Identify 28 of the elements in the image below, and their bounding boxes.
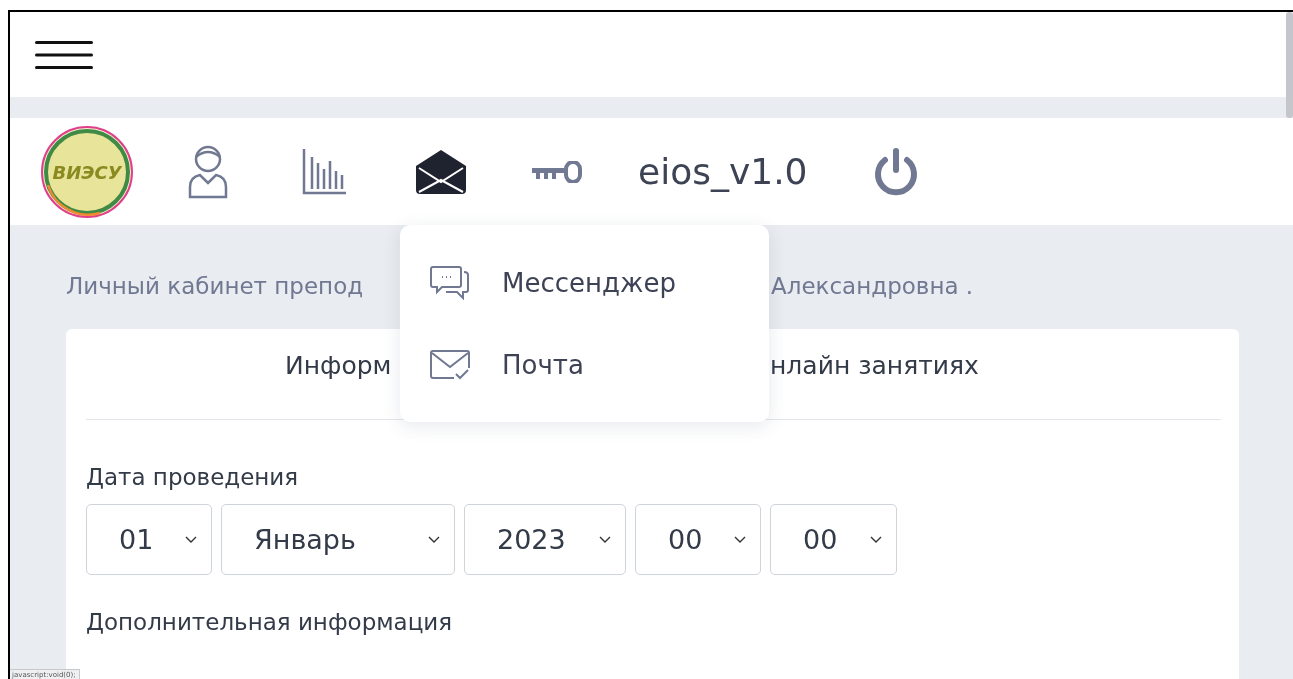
- key-icon[interactable]: [532, 160, 582, 183]
- brand-name[interactable]: eios_v1.0: [638, 151, 808, 192]
- field-label: Дата проведения: [86, 464, 300, 490]
- scrollbar[interactable]: [1286, 12, 1293, 118]
- open-envelope-icon[interactable]: [416, 149, 466, 194]
- card-title: Информ: [285, 351, 392, 380]
- chevron-down-icon: [428, 536, 440, 543]
- dropdown-select[interactable]: 2023: [464, 504, 626, 575]
- card-title: нлайн занятиях: [770, 351, 979, 382]
- chat-icon: [430, 266, 470, 300]
- chevron-down-icon: [870, 536, 882, 543]
- dropdown-select[interactable]: 01: [86, 504, 212, 575]
- envelope-check-icon: [430, 350, 470, 380]
- chevron-down-icon: [734, 536, 746, 543]
- menu-item[interactable]: Почта: [400, 345, 769, 385]
- user-icon[interactable]: [188, 144, 228, 199]
- greeting-text: Личный кабинет препод: [66, 273, 364, 299]
- dropdown-select[interactable]: 00: [770, 504, 897, 575]
- power-icon[interactable]: [873, 147, 918, 196]
- chevron-down-icon: [599, 536, 611, 543]
- field-label: Дополнительная информация: [86, 609, 454, 635]
- chevron-down-icon: [185, 536, 197, 543]
- menu-item[interactable]: Мессенджер: [400, 263, 769, 303]
- menu-icon[interactable]: [35, 40, 93, 69]
- dropdown-select[interactable]: 00: [635, 504, 761, 575]
- bar-chart-icon[interactable]: [302, 148, 346, 195]
- dropdown-select[interactable]: Январь: [221, 504, 455, 575]
- greeting-text: Александровна .: [771, 273, 974, 299]
